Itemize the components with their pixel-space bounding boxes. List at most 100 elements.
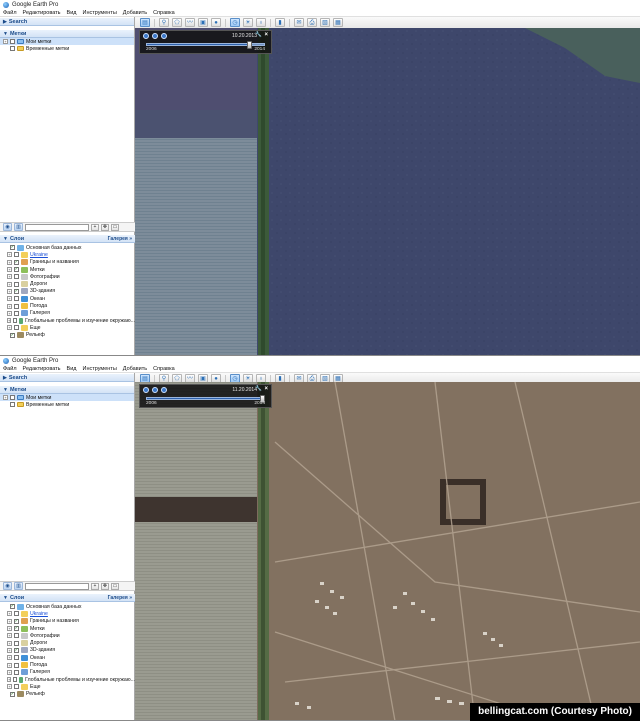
menu-tools[interactable]: Инструменты	[82, 10, 116, 16]
layer-item[interactable]: + Галерея	[0, 310, 135, 317]
layer-item[interactable]: + ✓ Границы и названия	[0, 259, 135, 266]
layer-item[interactable]: + Глобальные проблемы и изучение окружаю.…	[0, 676, 135, 683]
layer-checkbox[interactable]	[14, 310, 19, 316]
close-icon[interactable]: ×	[264, 32, 268, 38]
expand-plus-icon[interactable]: +	[7, 662, 12, 668]
layer-item[interactable]: + Ukraine	[0, 610, 135, 617]
expand-plus-icon[interactable]: +	[7, 274, 12, 280]
layer-item[interactable]: + Дороги	[0, 639, 135, 647]
layer-item[interactable]: ✓ Основная база данных	[0, 603, 135, 610]
expand-plus-icon[interactable]: +	[7, 633, 12, 639]
layer-checkbox[interactable]	[14, 281, 19, 287]
polygon-icon[interactable]: ⬠	[172, 18, 182, 27]
record-tour-icon[interactable]: ●	[211, 18, 221, 27]
path-icon[interactable]: 〰	[185, 18, 195, 27]
expand-plus-icon[interactable]: +	[7, 618, 12, 624]
layer-checkbox[interactable]	[14, 296, 19, 302]
placemark-icon[interactable]: ⚲	[159, 18, 169, 27]
menu-help[interactable]: Справка	[153, 366, 175, 372]
layer-item[interactable]: + Еще	[0, 683, 135, 690]
planets-icon[interactable]: ♁	[256, 18, 266, 27]
menu-view[interactable]: Вид	[67, 366, 77, 372]
expand-plus-icon[interactable]: +	[7, 303, 12, 309]
menu-view[interactable]: Вид	[67, 10, 77, 16]
wrench-icon[interactable]: 🔧	[255, 32, 262, 38]
expand-plus-icon[interactable]: +	[7, 647, 12, 653]
layer-checkbox[interactable]	[14, 684, 19, 690]
search-panel-header[interactable]: ▶ Search	[0, 18, 134, 26]
zoom-out-icon[interactable]	[152, 33, 158, 39]
gallery-button[interactable]: Галерея »	[108, 595, 132, 601]
menu-edit[interactable]: Редактировать	[23, 10, 61, 16]
layers-search-input[interactable]	[25, 223, 89, 231]
historical-imagery-icon[interactable]: ◷	[230, 18, 240, 27]
globe-tab-icon[interactable]: ◉	[3, 582, 12, 590]
ruler-icon[interactable]: ▮	[275, 18, 285, 27]
layer-item[interactable]: + ✓ Метки	[0, 266, 135, 273]
slider-track[interactable]	[146, 41, 265, 49]
expand-plus-icon[interactable]: +	[7, 640, 12, 646]
view-in-maps-icon[interactable]: ▦	[333, 18, 343, 27]
expand-plus-icon[interactable]: +	[7, 325, 12, 331]
place-item-temporary[interactable]: Временные метки	[0, 45, 134, 52]
layer-checkbox[interactable]	[13, 318, 18, 324]
layer-checkbox[interactable]	[14, 325, 19, 331]
tour-icon[interactable]: ▭	[111, 223, 119, 231]
menu-help[interactable]: Справка	[153, 10, 175, 16]
expand-plus-icon[interactable]: +	[7, 259, 12, 265]
layer-item[interactable]: + ✓ Границы и названия	[0, 618, 135, 625]
expand-plus-icon[interactable]: +	[7, 310, 12, 316]
layers-panel-header[interactable]: ▼ Слои Галерея »	[0, 594, 135, 602]
layer-item[interactable]: + Еще	[0, 324, 135, 331]
satellite-map-view[interactable]: 11.20.2014 🔧 × 2006 2014	[135, 382, 640, 720]
expand-plus-icon[interactable]: +	[3, 39, 8, 44]
layer-item[interactable]: ✓ Рельеф	[0, 691, 135, 698]
layer-checkbox[interactable]: ✓	[14, 647, 19, 653]
expand-plus-icon[interactable]: +	[3, 395, 8, 400]
layer-item[interactable]: + Глобальные проблемы и изучение окружаю.…	[0, 317, 135, 324]
gallery-button[interactable]: Галерея »	[108, 236, 132, 242]
add-icon[interactable]: +	[91, 582, 99, 590]
layer-checkbox[interactable]: ✓	[10, 332, 15, 338]
list-tab-icon[interactable]: ▥	[14, 582, 23, 590]
layer-item[interactable]: + Океан	[0, 654, 135, 661]
layer-checkbox[interactable]	[14, 640, 19, 646]
email-icon[interactable]: ✉	[294, 18, 304, 27]
menu-add[interactable]: Добавить	[123, 366, 147, 372]
layer-item[interactable]: ✓ Рельеф	[0, 332, 135, 339]
layer-item[interactable]: + ✓ Метки	[0, 625, 135, 632]
sidebar-icon[interactable]: ▤	[140, 18, 150, 27]
layer-checkbox[interactable]: ✓	[14, 267, 19, 273]
menu-file[interactable]: Файл	[3, 366, 17, 372]
menu-file[interactable]: Файл	[3, 10, 17, 16]
checkbox[interactable]	[10, 46, 15, 51]
zoom-in-icon[interactable]	[143, 387, 149, 393]
close-icon[interactable]: ×	[264, 386, 268, 392]
expand-plus-icon[interactable]	[3, 692, 8, 697]
checkbox[interactable]	[10, 395, 15, 400]
expand-plus-icon[interactable]: +	[7, 669, 12, 675]
globe-tab-icon[interactable]: ◉	[3, 223, 12, 231]
expand-plus-icon[interactable]: +	[7, 611, 12, 617]
expand-plus-icon[interactable]	[3, 604, 8, 609]
expand-plus-icon[interactable]: +	[7, 281, 12, 287]
slider-track[interactable]	[146, 395, 265, 403]
satellite-imagery[interactable]	[135, 28, 640, 355]
move-icon[interactable]: ✥	[101, 223, 109, 231]
layer-item[interactable]: + Дороги	[0, 280, 135, 288]
expand-plus-icon[interactable]: +	[7, 288, 12, 294]
expand-plus-icon[interactable]: +	[7, 252, 12, 258]
layer-checkbox[interactable]: ✓	[14, 626, 19, 632]
place-item-temporary[interactable]: Временные метки	[0, 401, 134, 408]
slider-thumb[interactable]	[247, 41, 253, 49]
wrench-icon[interactable]: 🔧	[255, 386, 262, 392]
checkbox[interactable]	[10, 402, 15, 407]
layer-checkbox[interactable]: ✓	[14, 618, 19, 624]
layer-item[interactable]: + Галерея	[0, 669, 135, 676]
menu-tools[interactable]: Инструменты	[82, 366, 116, 372]
layer-checkbox[interactable]	[14, 303, 19, 309]
layer-checkbox[interactable]: ✓	[10, 245, 15, 251]
play-icon[interactable]	[161, 33, 167, 39]
expand-plus-icon[interactable]	[3, 333, 8, 338]
satellite-map-view[interactable]: 10.20.2013 🔧 × 2006 2014	[135, 28, 640, 355]
